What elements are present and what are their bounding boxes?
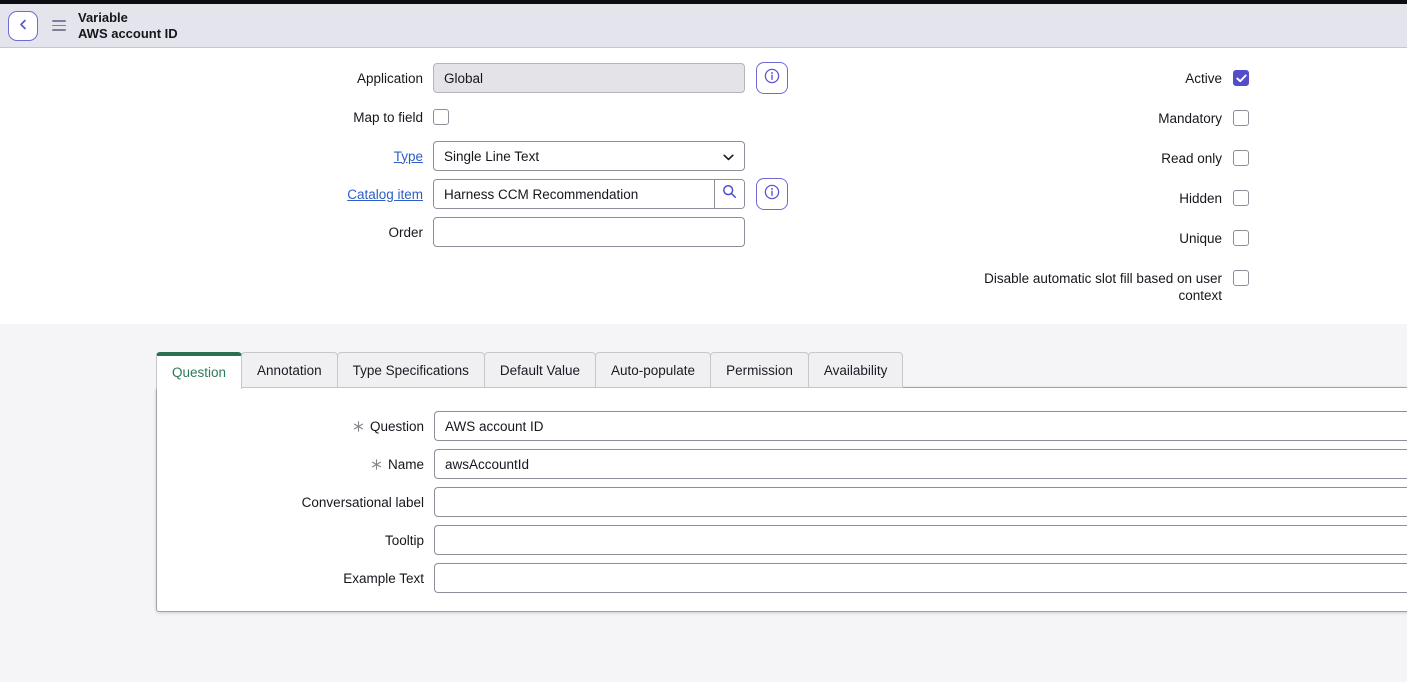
hidden-row: Hidden [977,190,1249,207]
tooltip-label: Tooltip [157,533,424,548]
name-row: Name [157,449,1407,479]
catalog-item-row: Catalog item [0,179,800,209]
application-info-button[interactable] [756,62,788,94]
header-bar: Variable AWS account ID [0,4,1407,48]
name-label: Name [157,457,424,472]
type-label-link[interactable]: Type [394,149,423,164]
order-label: Order [0,225,423,240]
record-title-label: AWS account ID [78,26,178,42]
example-text-row: Example Text [157,563,1407,593]
context-menu-icon[interactable] [52,20,66,31]
conversational-label-input[interactable] [434,487,1407,517]
mandatory-row: Mandatory [977,110,1249,127]
map-to-field-checkbox[interactable] [433,109,449,125]
question-tab-panel: Question Name Conversational label [156,387,1407,612]
form-right-column: Active Mandatory Read only Hidden [977,70,1249,327]
type-row: Type Single Line Text [0,141,800,171]
application-label: Application [0,71,423,86]
unique-row: Unique [977,230,1249,247]
order-row: Order [0,217,800,247]
catalog-item-lookup-button[interactable] [714,180,744,208]
example-text-label: Example Text [157,571,424,586]
question-row: Question [157,411,1407,441]
page-title: Variable AWS account ID [78,10,178,41]
disable-slot-fill-label: Disable automatic slot fill based on use… [977,270,1222,304]
map-to-field-label: Map to field [0,110,423,125]
conversational-label-row: Conversational label [157,487,1407,517]
required-asterisk-icon [353,421,364,432]
read-only-checkbox[interactable] [1233,150,1249,166]
back-button[interactable] [8,11,38,41]
mandatory-label: Mandatory [977,110,1222,127]
record-type-label: Variable [78,10,178,26]
unique-label: Unique [977,230,1222,247]
disable-slot-fill-row: Disable automatic slot fill based on use… [977,270,1249,304]
read-only-label: Read only [977,150,1222,167]
chevron-left-icon [18,17,29,35]
example-text-input[interactable] [434,563,1407,593]
name-input[interactable] [434,449,1407,479]
tab-availability[interactable]: Availability [808,352,904,388]
hidden-label: Hidden [977,190,1222,207]
hidden-checkbox[interactable] [1233,190,1249,206]
info-icon [764,68,780,89]
tab-default-value[interactable]: Default Value [484,352,596,388]
form-top-section: Application Map to field [0,48,1407,324]
active-label: Active [977,70,1222,87]
info-icon [764,184,780,205]
tooltip-row: Tooltip [157,525,1407,555]
tab-question[interactable]: Question [156,352,242,389]
question-label: Question [157,419,424,434]
tab-strip: Question Annotation Type Specifications … [156,352,903,389]
catalog-item-input[interactable] [434,180,714,208]
active-row: Active [977,70,1249,87]
disable-slot-fill-checkbox[interactable] [1233,270,1249,286]
order-input[interactable] [433,217,745,247]
question-input[interactable] [434,411,1407,441]
type-select[interactable]: Single Line Text [433,141,745,171]
chevron-down-icon [723,149,734,164]
tab-type-specifications[interactable]: Type Specifications [337,352,485,388]
tab-auto-populate[interactable]: Auto-populate [595,352,711,388]
active-checkbox[interactable] [1233,70,1249,86]
type-select-value: Single Line Text [444,149,723,164]
read-only-row: Read only [977,150,1249,167]
catalog-item-reference-field [433,179,745,209]
mandatory-checkbox[interactable] [1233,110,1249,126]
tab-annotation[interactable]: Annotation [241,352,338,388]
variable-record-page: Variable AWS account ID Application [0,0,1407,682]
application-input[interactable] [433,63,745,93]
unique-checkbox[interactable] [1233,230,1249,246]
catalog-item-info-button[interactable] [756,178,788,210]
conversational-label-label: Conversational label [157,495,424,510]
magnifier-icon [722,184,737,204]
required-asterisk-icon [371,459,382,470]
tooltip-input[interactable] [434,525,1407,555]
form-left-column: Application Map to field [0,63,800,247]
application-row: Application [0,63,800,93]
map-to-field-row: Map to field [0,109,800,125]
tab-permission[interactable]: Permission [710,352,809,388]
catalog-item-label-link[interactable]: Catalog item [347,187,423,202]
